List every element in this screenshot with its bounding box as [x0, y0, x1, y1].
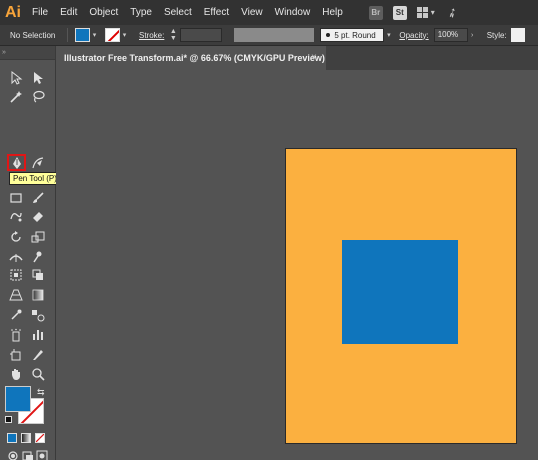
slice-tool-icon[interactable] [29, 347, 47, 363]
collapse-icon[interactable]: » [0, 46, 55, 60]
shaper-tool-icon[interactable] [7, 208, 25, 224]
scale-tool-icon[interactable] [29, 229, 47, 245]
brush-label: 5 pt. Round [334, 30, 376, 40]
menu-file[interactable]: File [26, 0, 54, 25]
document-tab-bar: Illustrator Free Transform.ai* @ 66.67% … [56, 46, 538, 70]
hand-tool-icon[interactable] [7, 366, 25, 382]
tools-panel: » Pen Tool (P) ⇆ [0, 46, 61, 460]
style-label: Style: [486, 30, 507, 40]
blue-rectangle-shape[interactable] [342, 240, 458, 344]
selection-label: No Selection [10, 30, 56, 40]
graphic-style-swatch[interactable] [510, 28, 525, 42]
control-bar: No Selection ▾ ▾ Stroke: ▲ ▼ 5 pt. Round … [0, 25, 538, 46]
rotate-tool-icon[interactable] [7, 229, 25, 245]
chevron-down-icon[interactable]: ▾ [120, 28, 129, 42]
shape-builder-tool-icon[interactable] [29, 267, 47, 283]
default-fill-stroke-icon[interactable] [5, 416, 12, 423]
selection-tool-icon[interactable] [7, 70, 25, 86]
curvature-tool-icon[interactable] [29, 155, 47, 171]
menu-window[interactable]: Window [269, 0, 317, 25]
app-logo: Ai [5, 3, 21, 21]
stroke-weight-input[interactable] [180, 28, 223, 42]
blend-tool-icon[interactable] [29, 307, 47, 323]
none-mode-icon[interactable] [35, 433, 45, 443]
chevron-down-icon[interactable]: ▾ [90, 28, 99, 42]
menu-type[interactable]: Type [124, 0, 158, 25]
gradient-mode-icon[interactable] [21, 433, 31, 443]
eraser-tool-icon[interactable] [29, 208, 47, 224]
eyedropper-tool-icon[interactable] [7, 307, 25, 323]
stroke-label[interactable]: Stroke: [139, 31, 164, 40]
chevron-right-icon[interactable]: › [468, 28, 477, 42]
bridge-icon[interactable]: Br [368, 5, 383, 20]
pen-tool-tooltip: Pen Tool (P) [9, 172, 61, 185]
variable-width-profile[interactable] [234, 28, 315, 42]
divider [67, 28, 68, 42]
draw-inside-icon[interactable] [33, 448, 51, 460]
document-tab-title: Illustrator Free Transform.ai* @ 66.67% … [64, 53, 325, 63]
gradient-tool-icon[interactable] [29, 287, 47, 303]
pen-tool-highlight [7, 154, 26, 171]
artboard-tool-icon[interactable] [7, 347, 25, 363]
stroke-weight-stepper[interactable]: ▲ ▼ [168, 28, 178, 42]
direct-selection-tool-icon[interactable] [29, 70, 47, 86]
brush-definition-dropdown[interactable]: 5 pt. Round [320, 28, 385, 42]
document-tab[interactable]: Illustrator Free Transform.ai* @ 66.67% … [56, 46, 326, 70]
menu-effect[interactable]: Effect [198, 0, 235, 25]
puppet-warp-tool-icon[interactable] [29, 249, 47, 265]
stroke-color-swatch[interactable] [105, 28, 120, 42]
color-mode-icon[interactable] [7, 433, 17, 443]
menu-help[interactable]: Help [316, 0, 349, 25]
rectangle-tool-icon[interactable] [7, 190, 25, 206]
perspective-grid-tool-icon[interactable] [7, 287, 25, 303]
opacity-label[interactable]: Opacity: [399, 31, 428, 40]
zoom-tool-icon[interactable] [29, 366, 47, 382]
artboard[interactable] [285, 148, 517, 444]
canvas-area[interactable] [56, 70, 538, 460]
stock-icon[interactable]: St [392, 5, 407, 20]
feather-icon[interactable]: ➶ [444, 3, 461, 22]
free-transform-tool-icon[interactable] [7, 267, 25, 283]
symbol-sprayer-tool-icon[interactable] [7, 327, 25, 343]
toolbar-header[interactable]: » [0, 46, 55, 60]
menu-object[interactable]: Object [83, 0, 124, 25]
menu-view[interactable]: View [235, 0, 269, 25]
menu-edit[interactable]: Edit [54, 0, 83, 25]
menu-select[interactable]: Select [158, 0, 198, 25]
menu-bar: Ai File Edit Object Type Select Effect V… [0, 0, 538, 25]
fill-color-swatch[interactable] [75, 28, 90, 42]
chevron-down-icon[interactable]: ▾ [431, 8, 435, 17]
opacity-input[interactable]: 100% [433, 28, 468, 42]
chevron-down-icon[interactable]: ▾ [384, 28, 393, 42]
paintbrush-tool-icon[interactable] [29, 190, 47, 206]
fill-swatch-large[interactable] [5, 386, 31, 412]
workspace-grid-icon[interactable] [416, 6, 429, 19]
magic-wand-tool-icon[interactable] [7, 89, 25, 105]
swap-fill-stroke-icon[interactable]: ⇆ [37, 387, 45, 398]
column-graph-tool-icon[interactable] [29, 327, 47, 343]
width-tool-icon[interactable] [7, 249, 25, 265]
brush-dot-icon [326, 33, 331, 37]
lasso-tool-icon[interactable] [29, 89, 47, 105]
close-icon[interactable]: × [311, 52, 317, 63]
